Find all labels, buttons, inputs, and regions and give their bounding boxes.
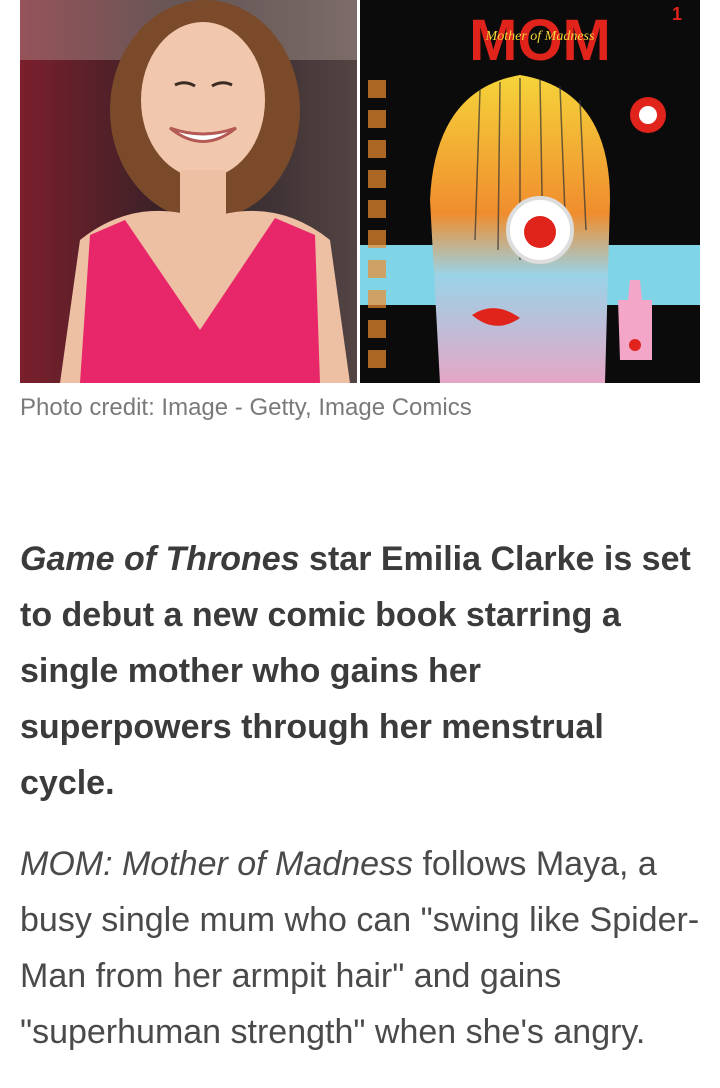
celebrity-photo-illustration <box>20 0 357 383</box>
issue-number: 1 <box>672 4 682 24</box>
header-images: MOM Mother of Madness 1 <box>20 0 700 383</box>
show-title: Game of Thrones <box>20 540 300 578</box>
comic-book-title: MOM: Mother of Madness <box>20 845 414 883</box>
photo-credit-caption: Photo credit: Image - Getty, Image Comic… <box>20 394 472 421</box>
comic-subtitle: Mother of Madness <box>485 29 595 44</box>
body-paragraph: MOM: Mother of Madness follows Maya, a b… <box>20 836 700 1060</box>
comic-cover[interactable]: MOM Mother of Madness 1 <box>360 0 700 383</box>
comic-cover-illustration: MOM Mother of Madness 1 <box>360 0 700 383</box>
lead-text: star Emilia Clarke is set to debut a new… <box>20 540 691 802</box>
lead-paragraph: Game of Thrones star Emilia Clarke is se… <box>20 531 700 811</box>
celebrity-photo[interactable] <box>20 0 357 383</box>
